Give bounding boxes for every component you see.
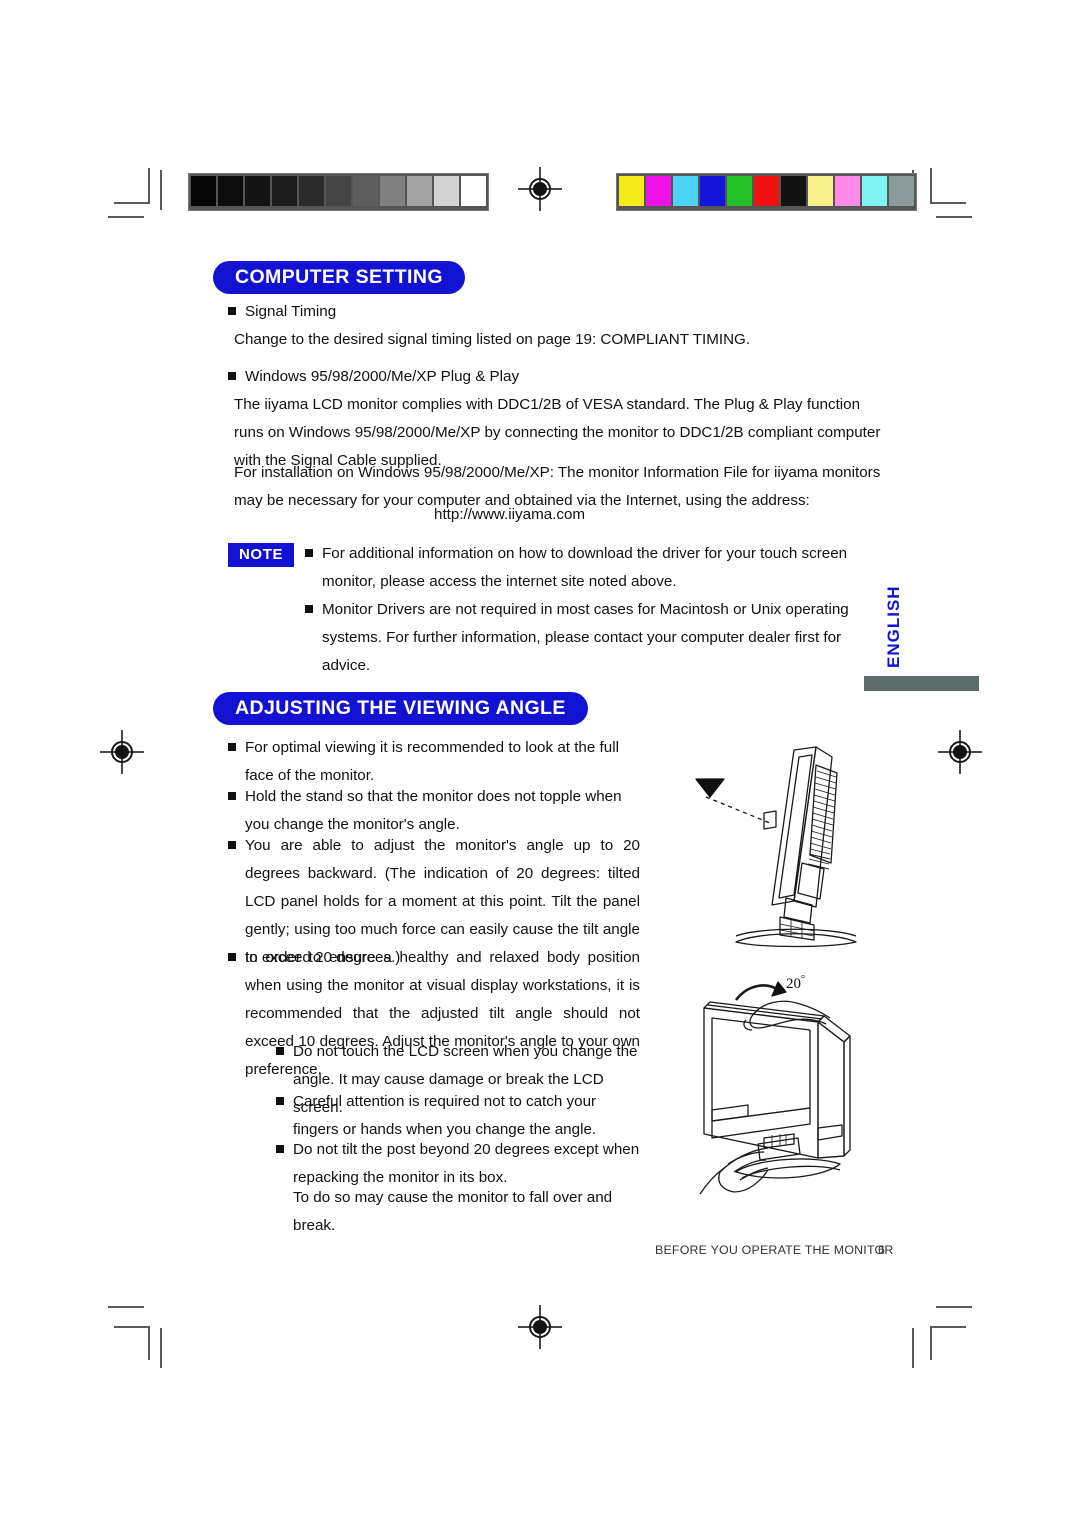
tilt-angle-label: 20 — [786, 976, 801, 992]
monitor-tilt-svg: 20 ° — [699, 974, 851, 1195]
bullet-text: For optimal viewing it is recommended to… — [245, 739, 619, 784]
note-badge: NOTE — [228, 543, 295, 567]
note-bullet-text: For additional information on how to dow… — [322, 545, 848, 590]
iiyama-url: http://www.iiyama.com — [434, 506, 586, 523]
bullet-square-icon — [228, 743, 236, 751]
section-heading-adjusting-viewing-angle: ADJUSTING THE VIEWING ANGLE — [213, 692, 588, 725]
bullet-square-icon — [228, 372, 236, 380]
page-content: COMPUTER SETTING Signal Timing Change to… — [0, 0, 1080, 1528]
monitor-side-view-svg — [695, 746, 857, 948]
footer-section-title: BEFORE YOU OPERATE THE MONITOR — [655, 1243, 894, 1257]
footer-page-number: 6 — [878, 1243, 886, 1257]
bullet-square-icon — [228, 841, 236, 849]
bullet-square-icon — [305, 549, 313, 557]
bullet-square-icon — [276, 1047, 284, 1055]
bullet-square-icon — [276, 1145, 284, 1153]
bullet-square-icon — [276, 1097, 284, 1105]
monitor-tilt-figure: 20 ° — [690, 958, 910, 1213]
language-tab-bar — [864, 676, 979, 691]
bullet-hold-the-stand: Hold the stand so that the monitor does … — [228, 783, 640, 839]
bullet-text: Windows 95/98/2000/Me/XP Plug & Play — [245, 368, 520, 385]
bullet-square-icon — [228, 953, 236, 961]
section-heading-computer-setting: COMPUTER SETTING — [213, 261, 465, 294]
note-bullet-text: Monitor Drivers are not required in most… — [322, 601, 849, 674]
note-bullet-2: Monitor Drivers are not required in most… — [305, 596, 888, 680]
body-signal-timing: Change to the desired signal timing list… — [234, 331, 751, 348]
bullet-optimal-viewing: For optimal viewing it is recommended to… — [228, 734, 640, 790]
note-bullet-1: For additional information on how to dow… — [305, 540, 888, 596]
bullet-square-icon — [228, 792, 236, 800]
bullet-square-icon — [228, 307, 236, 315]
bullet-signal-timing: Signal Timing — [228, 298, 888, 326]
bullet-text: Signal Timing — [245, 303, 337, 320]
svg-text:°: ° — [801, 974, 805, 985]
language-tab-english: ENGLISH — [884, 585, 903, 668]
bullet-square-icon — [305, 605, 313, 613]
monitor-side-view-figure — [690, 735, 910, 955]
bullet-plug-and-play: Windows 95/98/2000/Me/XP Plug & Play — [228, 363, 888, 391]
sub-bullet-trailing-warning: To do so may cause the monitor to fall o… — [293, 1189, 613, 1234]
bullet-text: Hold the stand so that the monitor does … — [245, 788, 622, 833]
